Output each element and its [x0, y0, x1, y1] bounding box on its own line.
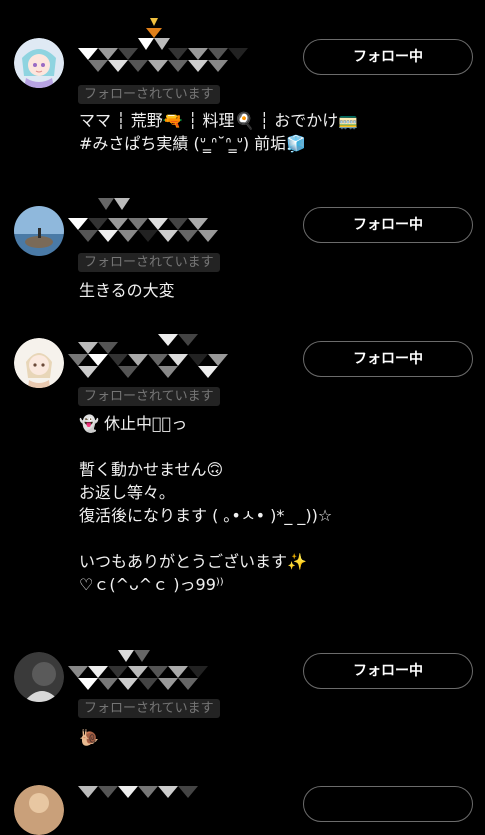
- follower-list-item[interactable]: [0, 780, 485, 835]
- bio-line: 🐌: [79, 728, 99, 747]
- user-bio: ママ ┆ 荒野🔫 ┆ 料理🍳 ┆ おでかけ🚃 #みさぱち実績 (ᐡ ̳ᐢ˘ᐢ ̳…: [79, 109, 474, 155]
- following-button[interactable]: フォロー中: [303, 341, 473, 377]
- bio-line: 復活後になります ( ｡•ㅅ• )*_ _))☆: [79, 506, 333, 525]
- following-button[interactable]: フォロー中: [303, 39, 473, 75]
- bio-line: 暫く動かせません🙃: [79, 460, 224, 479]
- bio-line: #みさぱち実績 (ᐡ ̳ᐢ˘ᐢ ̳ᐡ) 前垢🧊: [79, 134, 307, 153]
- following-button[interactable]: フォロー中: [303, 653, 473, 689]
- avatar[interactable]: [14, 338, 64, 388]
- following-button[interactable]: フォロー中: [303, 207, 473, 243]
- follows-you-badge: フォローされています: [78, 85, 220, 104]
- follows-you-badge: フォローされています: [78, 387, 220, 406]
- bio-line: 👻 休止中っ͛っ: [79, 414, 188, 433]
- avatar[interactable]: [14, 785, 64, 835]
- username-mosaic: [58, 644, 258, 702]
- bio-line: ♡ｃ(^ᴗ^ｃ )っ99⁾⁾: [79, 575, 224, 594]
- follows-you-badge: フォローされています: [78, 253, 220, 272]
- bio-line: [79, 527, 474, 550]
- bio-line: お返し等々｡: [79, 483, 168, 502]
- bio-line: いつもありがとうございます✨: [79, 552, 307, 571]
- follower-list-item[interactable]: フォローされています フォロー中 生きるの大変: [0, 190, 485, 320]
- bio-line: ママ ┆ 荒野🔫 ┆ 料理🍳 ┆ おでかけ🚃: [79, 111, 359, 130]
- username-mosaic: [58, 328, 258, 386]
- username-mosaic: [58, 780, 258, 800]
- user-bio: 🐌: [79, 726, 474, 749]
- username-mosaic: [58, 18, 258, 76]
- avatar[interactable]: [14, 38, 64, 88]
- user-bio: 生きるの大変: [79, 279, 474, 302]
- follows-you-badge: フォローされています: [78, 699, 220, 718]
- follower-list-item[interactable]: フォローされています フォロー中 ママ ┆ 荒野🔫 ┆ 料理🍳 ┆ おでかけ🚃 …: [0, 0, 485, 200]
- avatar[interactable]: [14, 206, 64, 256]
- bio-line: [79, 435, 474, 458]
- following-button[interactable]: [303, 786, 473, 822]
- follower-list-item[interactable]: フォローされています フォロー中 🐌: [0, 630, 485, 780]
- follower-list-item[interactable]: フォローされています フォロー中 👻 休止中っ͛っ 暫く動かせません🙃 お返し等…: [0, 320, 485, 640]
- user-bio: 👻 休止中っ͛っ 暫く動かせません🙃 お返し等々｡ 復活後になります ( ｡•ㅅ…: [79, 412, 474, 596]
- avatar[interactable]: [14, 652, 64, 702]
- bio-line: 生きるの大変: [79, 281, 175, 300]
- username-mosaic: [58, 192, 258, 250]
